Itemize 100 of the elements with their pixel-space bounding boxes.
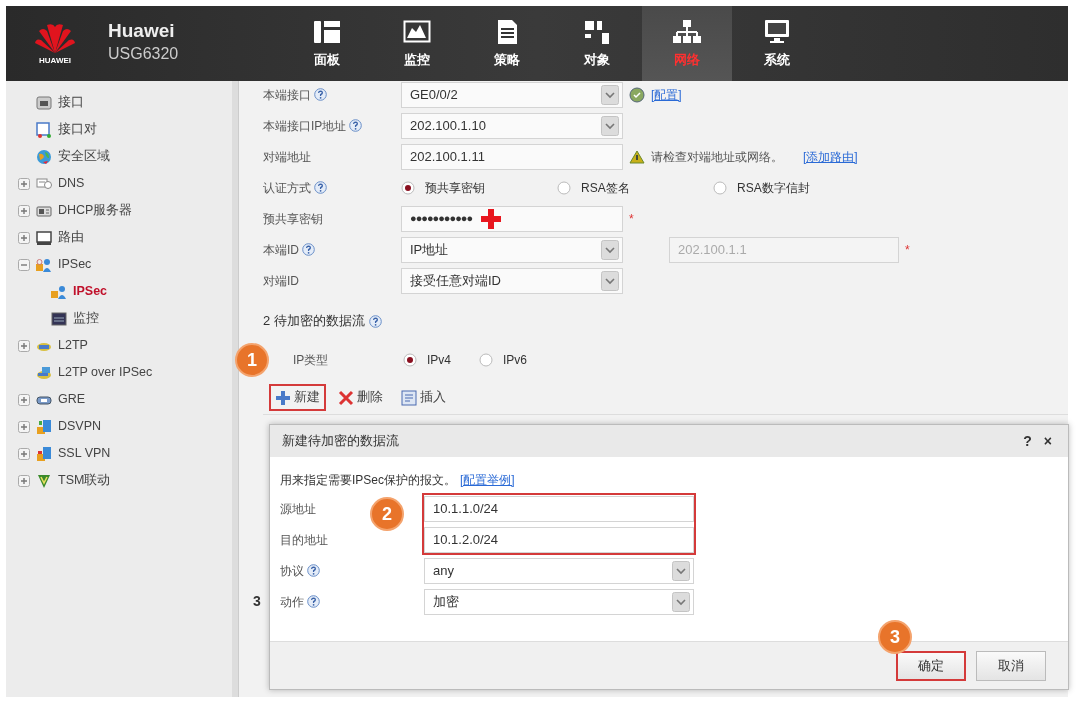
nav-tab[interactable]: 面板 [282, 6, 372, 81]
device-model: USG6320 [108, 43, 180, 64]
logo-text: HUAWEI [39, 54, 71, 67]
example-link[interactable]: [配置举例] [460, 471, 515, 489]
expand-toggle-icon[interactable] [18, 204, 30, 217]
expand-toggle-icon[interactable] [18, 420, 30, 433]
sidebar-item[interactable]: 监控 [73, 309, 99, 328]
port-pair-icon [36, 121, 52, 138]
field-label: 对端ID [263, 272, 299, 290]
chart-screen-icon [51, 310, 67, 327]
sidebar-item[interactable]: DNS [58, 174, 85, 193]
globe-icon [36, 148, 52, 165]
field-label: 对端地址 [263, 148, 311, 166]
plus-icon [480, 207, 503, 230]
monitor-icon [762, 17, 792, 46]
radio-button[interactable] [713, 180, 727, 195]
help-button[interactable]: ? [1017, 430, 1038, 452]
sidebar-item[interactable]: DHCP服务器 [58, 201, 133, 220]
nav-tab[interactable]: 监控 [372, 6, 462, 81]
input-field[interactable]: 202.100.1.11 [401, 143, 623, 170]
sidebar-item[interactable]: SSL VPN [58, 444, 111, 463]
step-marker: 3 [878, 620, 912, 654]
dropdown-field[interactable]: any [424, 557, 694, 584]
status-icon [629, 86, 645, 103]
expand-toggle-icon[interactable] [18, 393, 30, 406]
section-number: 3 [253, 592, 262, 611]
dropdown-field[interactable]: 加密 [424, 588, 694, 615]
brand-name: Huawei [108, 21, 176, 42]
sidebar-item[interactable]: 路由 [58, 228, 84, 247]
sidebar-item[interactable]: 安全区域 [58, 147, 110, 166]
toolbar-button[interactable]: 删除 [332, 384, 389, 411]
sidebar-item[interactable]: L2TP over IPSec [58, 363, 153, 382]
radio-button[interactable] [557, 180, 571, 195]
dropdown-field[interactable]: 202.100.1.10 [401, 112, 623, 139]
intro-text: 用来指定需要IPSec保护的报文。 [280, 472, 456, 489]
toolbar-button[interactable]: 插入 [395, 384, 452, 411]
dropdown-icon[interactable] [601, 115, 619, 136]
dns-icon [36, 175, 52, 192]
dialog-button[interactable]: 取消 [976, 650, 1046, 681]
nav-tab[interactable]: 对象 [552, 6, 642, 81]
section-number: 2 [263, 312, 271, 331]
config-link[interactable]: [添加路由] [803, 147, 858, 166]
nav-tab[interactable]: 系统 [732, 6, 822, 81]
radio-label: RSA数字信封 [737, 179, 810, 197]
radio-button[interactable] [403, 352, 417, 367]
expand-toggle-icon[interactable] [18, 177, 30, 190]
field-label: 动作 [280, 593, 304, 611]
dropdown-field[interactable]: IP地址 [401, 236, 623, 263]
toolbar-button[interactable]: 新建 [269, 384, 326, 411]
close-button[interactable]: × [1037, 430, 1058, 452]
expand-toggle-icon[interactable] [18, 474, 30, 487]
field-label: 源地址 [280, 500, 316, 518]
expand-toggle-icon[interactable] [18, 231, 30, 244]
field-label: IP类型 [293, 351, 329, 369]
field-label: 本端ID [263, 241, 299, 259]
field-label: 预共享密钥 [263, 210, 323, 228]
expand-toggle-icon[interactable] [18, 339, 30, 352]
input-field[interactable]: 10.1.1.0/24 [424, 495, 694, 522]
radio-label: IPv4 [427, 351, 451, 369]
dialog-title: 新建待加密的数据流 [282, 432, 400, 451]
help-icon [369, 314, 383, 328]
field-label: 认证方式 [263, 179, 311, 197]
field-label: 目的地址 [280, 531, 328, 549]
section-title: 待加密的数据流 [274, 312, 366, 331]
step-marker: 2 [370, 497, 404, 531]
field-label: 本端接口IP地址 [263, 117, 347, 135]
monitor-icon [36, 229, 52, 246]
field-label: 本端接口 [263, 86, 311, 104]
input-field[interactable]: ●●●●●●●●●●● [401, 205, 623, 232]
input-field[interactable]: 10.1.2.0/24 [424, 526, 694, 553]
dropdown-icon[interactable] [601, 84, 619, 105]
radio-button[interactable] [479, 352, 493, 367]
warning-icon [629, 149, 645, 164]
sidebar-item[interactable]: 接口对 [58, 120, 97, 139]
nav-tab[interactable]: 策略 [462, 6, 552, 81]
radio-label: IPv6 [503, 351, 527, 369]
plus-icon [275, 389, 291, 406]
config-link[interactable]: [配置] [651, 85, 682, 104]
sidebar-item[interactable]: 接口 [58, 93, 84, 112]
dropdown-icon[interactable] [672, 591, 690, 612]
dropdown-field[interactable]: GE0/0/2 [401, 81, 623, 108]
sidebar-item[interactable]: TSM联动 [58, 471, 111, 490]
radio-button[interactable] [401, 180, 415, 195]
radio-label: 预共享密钥 [425, 179, 485, 197]
sidebar-item[interactable]: GRE [58, 390, 86, 409]
dropdown-icon[interactable] [601, 270, 619, 291]
dropdown-field[interactable]: 接受任意对端ID [401, 267, 623, 294]
dialog-button[interactable]: 确定 [896, 650, 966, 681]
sidebar-item[interactable]: DSVPN [58, 417, 102, 436]
port-icon [36, 94, 52, 111]
dropdown-icon[interactable] [601, 239, 619, 260]
expand-toggle-icon[interactable] [18, 258, 30, 271]
hint-text: 请检查对端地址或网络。 [651, 148, 783, 166]
delete-icon [338, 389, 354, 406]
sidebar-item[interactable]: IPSec [58, 255, 92, 274]
required-mark: * [905, 241, 910, 259]
sidebar-item[interactable]: IPSec [73, 282, 108, 301]
dropdown-icon[interactable] [672, 560, 690, 581]
sidebar-item[interactable]: L2TP [58, 336, 88, 355]
expand-toggle-icon[interactable] [18, 447, 30, 460]
